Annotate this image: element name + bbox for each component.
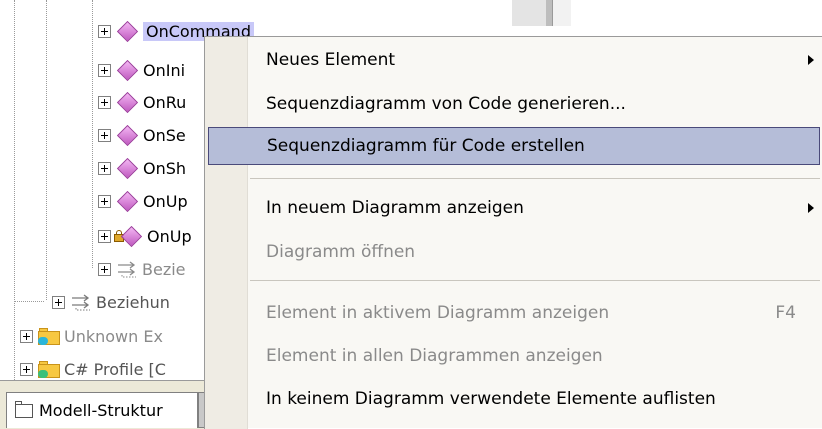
tree-node[interactable]: Bezie <box>98 255 186 283</box>
menu-item-sequenzdiagramm-generieren[interactable]: Sequenzdiagramm von Code generieren... <box>208 85 820 123</box>
menu-item-label: In neuem Diagramm anzeigen <box>266 198 524 218</box>
menu-item-label: Element in allen Diagrammen anzeigen <box>266 346 603 366</box>
expand-toggle-icon[interactable] <box>98 229 111 243</box>
menu-separator <box>250 280 820 281</box>
profile-folder-icon <box>38 360 60 378</box>
tree-node[interactable]: OnUp <box>98 222 192 250</box>
tree-node-label: OnSh <box>143 158 187 178</box>
menu-item-diagramm-oeffnen[interactable]: Diagramm öffnen <box>208 233 820 271</box>
expand-toggle-icon[interactable] <box>98 262 111 276</box>
menu-item-shortcut: F4 <box>775 303 796 323</box>
tree-guide-line <box>46 0 47 300</box>
expand-toggle-icon[interactable] <box>98 161 111 175</box>
menu-item-label: In keinem Diagramm verwendete Elemente a… <box>266 389 716 409</box>
menu-item-sequenzdiagramm-erstellen[interactable]: Sequenzdiagramm für Code erstellen <box>208 127 820 165</box>
expand-toggle-icon[interactable] <box>98 95 111 109</box>
expand-toggle-icon[interactable] <box>52 295 65 309</box>
menu-item-in-neuem-diagramm-anzeigen[interactable]: In neuem Diagramm anzeigen <box>208 189 820 227</box>
menu-item-neues-element[interactable]: Neues Element <box>208 41 820 79</box>
expand-toggle-icon[interactable] <box>20 329 33 343</box>
menu-item-element-in-allen-diagrammen[interactable]: Element in allen Diagrammen anzeigen <box>208 337 820 375</box>
context-menu: Neues Element Sequenzdiagramm von Code g… <box>204 36 822 429</box>
menu-item-label: Neues Element <box>266 50 396 70</box>
operation-icon <box>116 190 139 212</box>
menu-item-elemente-auflisten[interactable]: In keinem Diagramm verwendete Elemente a… <box>208 380 820 418</box>
tree-node-label: OnUp <box>147 226 192 246</box>
tree-node-label: C# Profile [C <box>64 359 166 379</box>
tree-node-label: OnSe <box>143 125 186 145</box>
tree-guide-line <box>92 0 93 268</box>
expand-toggle-icon[interactable] <box>98 63 111 77</box>
folder-icon <box>15 400 33 418</box>
submenu-arrow-icon <box>808 55 814 65</box>
expand-toggle-icon[interactable] <box>98 194 111 208</box>
tree-node-label: OnUp <box>143 191 188 211</box>
expand-toggle-icon[interactable] <box>98 24 111 38</box>
tree-node-label: OnIni <box>143 60 186 80</box>
tree-node-label: Beziehun <box>96 292 170 312</box>
menu-separator <box>250 178 820 179</box>
tree-node[interactable]: Unknown Ex <box>20 322 163 350</box>
menu-item-label: Sequenzdiagramm von Code generieren... <box>266 94 626 114</box>
operation-icon <box>116 157 139 179</box>
expand-toggle-icon[interactable] <box>98 128 111 142</box>
menu-item-label: Diagramm öffnen <box>266 242 416 262</box>
menu-item-element-in-aktivem-diagramm[interactable]: Element in aktivem Diagramm anzeigen F4 <box>208 294 820 332</box>
operation-icon <box>116 20 139 42</box>
tree-node[interactable]: OnSh <box>98 154 186 182</box>
expand-toggle-icon[interactable] <box>20 362 33 376</box>
tab-modell-struktur[interactable]: Modell-Struktur <box>6 392 198 428</box>
relations-icon <box>118 261 136 278</box>
tree-node[interactable]: Beziehun <box>52 288 170 316</box>
tab-label: Modell-Struktur <box>39 401 163 420</box>
submenu-arrow-icon <box>808 203 814 213</box>
tree-node[interactable]: OnUp <box>98 187 188 215</box>
operation-icon <box>116 59 139 81</box>
tree-node[interactable]: OnIni <box>98 56 185 84</box>
tree-node[interactable]: C# Profile [C <box>20 355 166 383</box>
operation-icon <box>116 124 139 146</box>
relations-icon <box>72 294 90 311</box>
tree-node[interactable]: OnSe <box>98 121 186 149</box>
operation-icon <box>116 91 139 113</box>
menu-item-label: Element in aktivem Diagramm anzeigen <box>266 303 610 323</box>
tree-node[interactable]: OnRu <box>98 88 186 116</box>
operation-icon <box>120 225 143 247</box>
tree-node-label: OnRu <box>143 92 187 112</box>
package-folder-icon <box>38 327 60 345</box>
tree-guide-line <box>14 0 15 380</box>
scrollbar-track[interactable] <box>512 0 547 26</box>
tree-node-label: Bezie <box>142 259 186 279</box>
menu-item-label: Sequenzdiagramm für Code erstellen <box>267 136 585 156</box>
scrollbar-track[interactable] <box>552 0 571 26</box>
tree-guide-line <box>14 301 44 302</box>
tree-node-label: Unknown Ex <box>64 326 163 346</box>
